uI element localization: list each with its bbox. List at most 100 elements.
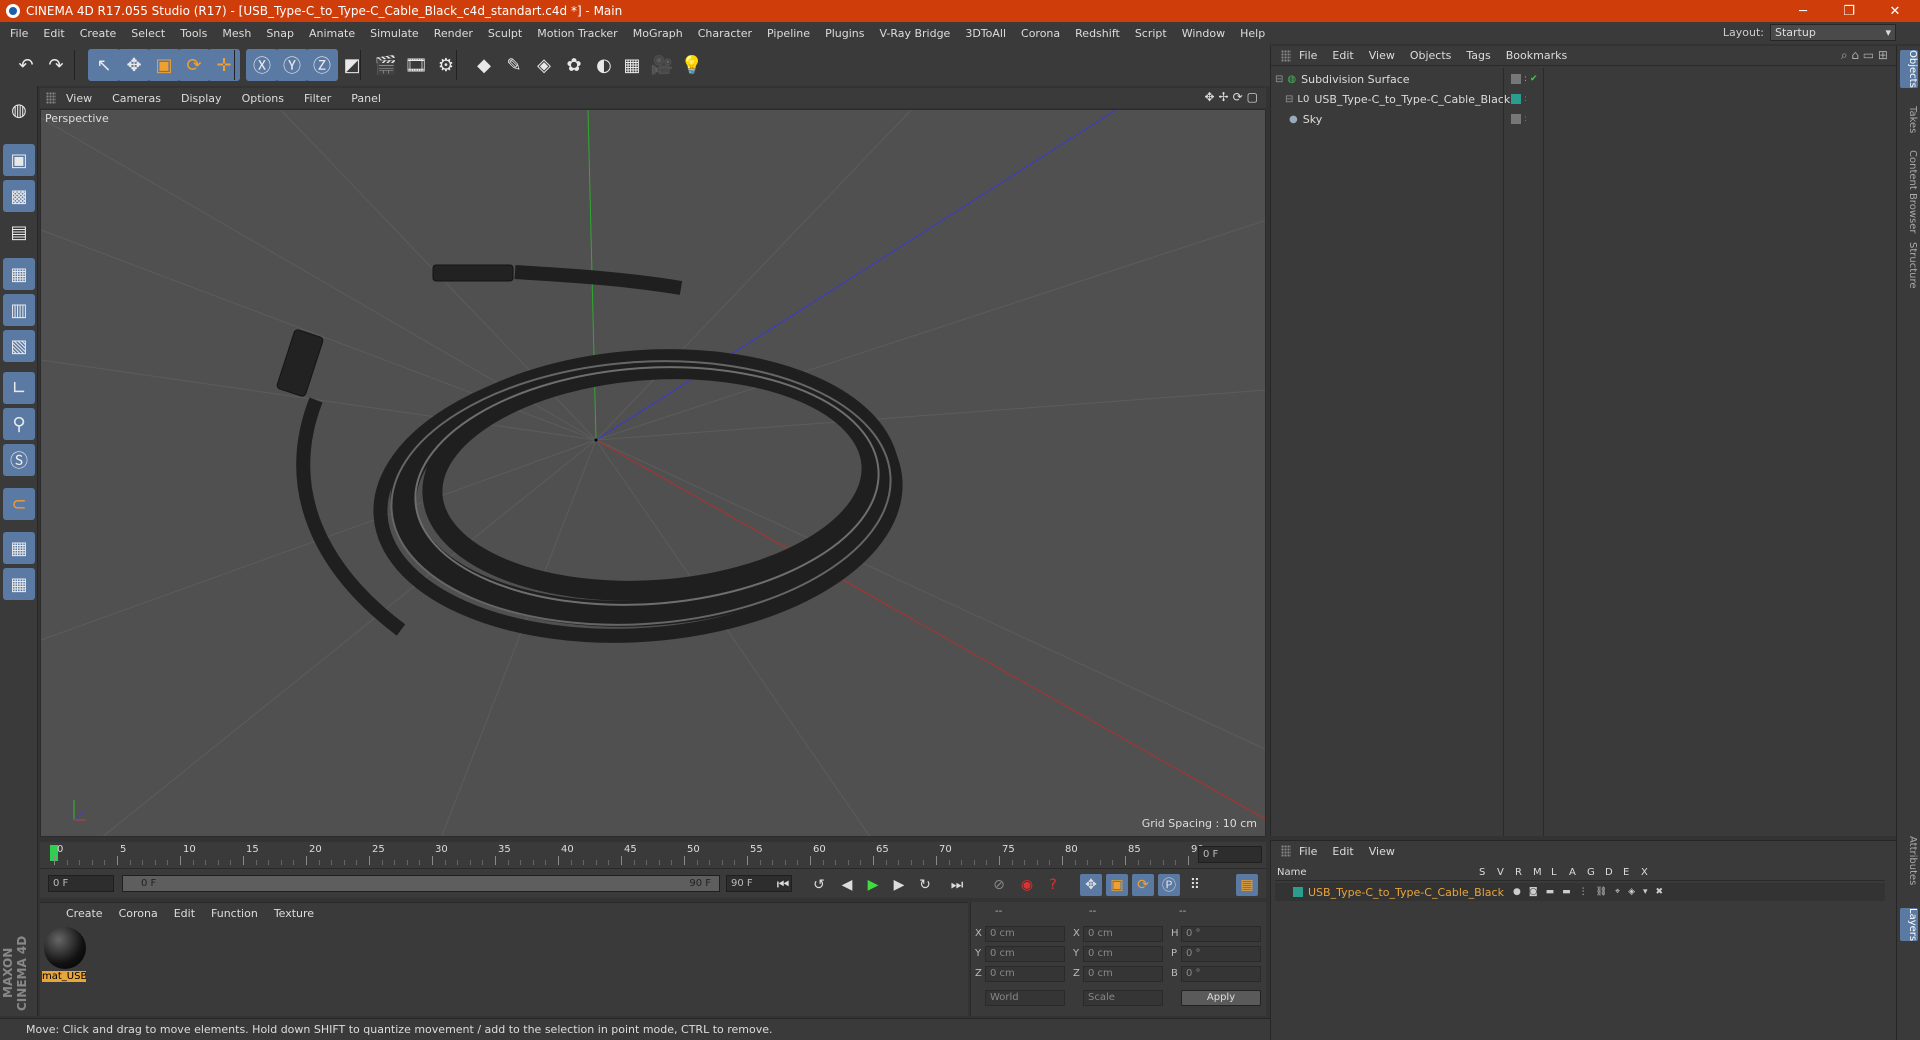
right-tab-layers[interactable]: Layers [1900, 908, 1918, 942]
redo-icon[interactable]: ↷ [40, 49, 72, 81]
make-editable-icon[interactable]: ◍ [3, 94, 35, 126]
keyframe-selection-icon[interactable]: ? [1042, 874, 1064, 896]
live-move-icon[interactable]: ✛ [208, 49, 240, 81]
go-to-start-icon[interactable]: ⏮ [772, 874, 794, 896]
menu-create[interactable]: Create [80, 27, 117, 40]
size-z-field[interactable]: 0 cm [1083, 966, 1163, 982]
menu-plugins[interactable]: Plugins [825, 27, 864, 40]
right-tab-takes[interactable]: Takes [1900, 106, 1918, 133]
menu-edit[interactable]: Edit [43, 27, 64, 40]
object-row[interactable]: ⊟ ◍ Subdivision Surface: ✔ [1275, 70, 1885, 88]
right-tab-content-browser[interactable]: Content Browser [1900, 150, 1918, 233]
layer-col-header[interactable]: L [1551, 867, 1557, 878]
menu-tools[interactable]: Tools [180, 27, 207, 40]
size-y-field[interactable]: 0 cm [1083, 946, 1163, 962]
camera-icon[interactable]: 🎥 [646, 49, 678, 81]
locked-workplane-icon[interactable]: ▦ [3, 532, 35, 564]
pen-spline-icon[interactable]: ✎ [498, 49, 530, 81]
z-axis-icon[interactable]: Ⓩ [306, 49, 338, 81]
transform-mode-dropdown[interactable]: Scale [1083, 990, 1163, 1006]
undo-icon[interactable]: ↶ [10, 49, 42, 81]
rot-h-field[interactable]: 0 ° [1181, 926, 1261, 942]
material-menu-texture[interactable]: Texture [274, 907, 314, 923]
menu-snap[interactable]: Snap [266, 27, 294, 40]
layer-tag-icon[interactable] [1511, 74, 1521, 84]
viewport-menu-view[interactable]: View [66, 92, 92, 105]
object-row[interactable]: ⊟ L0 USB_Type-C_to_Type-C_Cable_Black: [1275, 90, 1885, 108]
scale-icon[interactable]: ▣ [148, 49, 180, 81]
solo-mode-icon[interactable]: Ⓢ [3, 444, 35, 476]
workplane-mode-icon[interactable]: ▤ [3, 216, 35, 248]
go-to-end-icon[interactable]: ⏭ [946, 874, 968, 896]
object-menu-objects[interactable]: Objects [1410, 49, 1452, 62]
coordinate-mode-dropdown[interactable]: World [985, 990, 1065, 1006]
layer-col-header[interactable]: V [1497, 867, 1504, 878]
material-menu-create[interactable]: Create [66, 907, 103, 923]
timeline-ruler[interactable]: 051015202530354045505560657075808590 0 F [40, 842, 1266, 868]
timeline-window-icon[interactable]: ▤ [1236, 874, 1258, 896]
menu-window[interactable]: Window [1182, 27, 1225, 40]
close-button[interactable]: ✕ [1872, 0, 1918, 22]
previous-frame-icon[interactable]: ◀ [836, 874, 858, 896]
layer-col-header[interactable]: G [1587, 867, 1595, 878]
layout-dropdown[interactable]: Startup [1770, 24, 1896, 41]
menu-file[interactable]: File [10, 27, 28, 40]
menu-v-ray-bridge[interactable]: V-Ray Bridge [879, 27, 950, 40]
layer-col-header[interactable]: A [1569, 867, 1576, 878]
right-tab-structure[interactable]: Structure [1900, 242, 1918, 289]
edges-mode-icon[interactable]: ▥ [3, 294, 35, 326]
cloner-icon[interactable]: ✿ [558, 49, 590, 81]
material-menu-edit[interactable]: Edit [174, 907, 195, 923]
pos-z-field[interactable]: 0 cm [985, 966, 1065, 982]
key-parameter-icon[interactable]: Ⓟ [1158, 874, 1180, 896]
visibility-dots-icon[interactable]: : [1524, 94, 1527, 104]
viewport-menu-panel[interactable]: Panel [351, 92, 381, 105]
layer-col-header[interactable]: M [1533, 867, 1542, 878]
menu-animate[interactable]: Animate [309, 27, 355, 40]
render-view-icon[interactable]: 🎬 [370, 49, 402, 81]
pan-icon[interactable]: ✥ [1204, 90, 1214, 104]
restore-button[interactable]: ❐ [1826, 0, 1872, 22]
coordinate-system-icon[interactable]: ◩ [336, 49, 368, 81]
menu-script[interactable]: Script [1135, 27, 1167, 40]
rot-b-field[interactable]: 0 ° [1181, 966, 1261, 982]
planar-workplane-icon[interactable]: ▦ [3, 568, 35, 600]
menu-motion-tracker[interactable]: Motion Tracker [537, 27, 617, 40]
next-keyframe-icon[interactable]: ↻ [914, 874, 936, 896]
pos-y-field[interactable]: 0 cm [985, 946, 1065, 962]
render-picture-viewer-icon[interactable]: 🎞 [400, 49, 432, 81]
object-row[interactable]: ● Sky: [1275, 110, 1885, 128]
material-menu-function[interactable]: Function [211, 907, 258, 923]
pos-x-field[interactable]: 0 cm [985, 926, 1065, 942]
size-x-field[interactable]: 0 cm [1083, 926, 1163, 942]
minimize-button[interactable]: ─ [1780, 0, 1826, 22]
next-frame-icon[interactable]: ▶ [888, 874, 910, 896]
perspective-viewport[interactable]: Perspective Grid Spacing : 10 cm [40, 109, 1266, 837]
expand-icon[interactable]: ⊟ [1285, 94, 1293, 105]
viewport-menu-options[interactable]: Options [242, 92, 284, 105]
layer-row[interactable]: USB_Type-C_to_Type-C_Cable_Black ●◙▬▬⋮⛓⌖◈… [1275, 883, 1885, 901]
layer-tag-icon[interactable] [1511, 114, 1521, 124]
menu-select[interactable]: Select [131, 27, 165, 40]
menu-mesh[interactable]: Mesh [222, 27, 251, 40]
object-menu-tags[interactable]: Tags [1466, 49, 1490, 62]
layer-col-header[interactable]: S [1479, 867, 1485, 878]
object-menu-file[interactable]: File [1299, 49, 1317, 62]
cube-icon[interactable]: ◆ [468, 49, 500, 81]
key-point-level-icon[interactable]: ⠿ [1184, 874, 1206, 896]
menu-simulate[interactable]: Simulate [370, 27, 419, 40]
menu-corona[interactable]: Corona [1021, 27, 1060, 40]
y-axis-icon[interactable]: Ⓨ [276, 49, 308, 81]
rot-p-field[interactable]: 0 ° [1181, 946, 1261, 962]
edit-render-settings-icon[interactable]: ⚙ [430, 49, 462, 81]
play-icon[interactable]: ▶ [862, 874, 884, 896]
visibility-dots-icon[interactable]: : [1524, 74, 1527, 84]
layer-col-header[interactable]: R [1515, 867, 1522, 878]
apply-button[interactable]: Apply [1181, 990, 1261, 1006]
points-mode-icon[interactable]: ▦ [3, 258, 35, 290]
menu-character[interactable]: Character [698, 27, 752, 40]
zoom-icon[interactable]: ✢ [1219, 90, 1229, 104]
key-scale-icon[interactable]: ▣ [1106, 874, 1128, 896]
polygons-mode-icon[interactable]: ▧ [3, 330, 35, 362]
maximize-viewport-icon[interactable]: ▢ [1247, 90, 1258, 104]
